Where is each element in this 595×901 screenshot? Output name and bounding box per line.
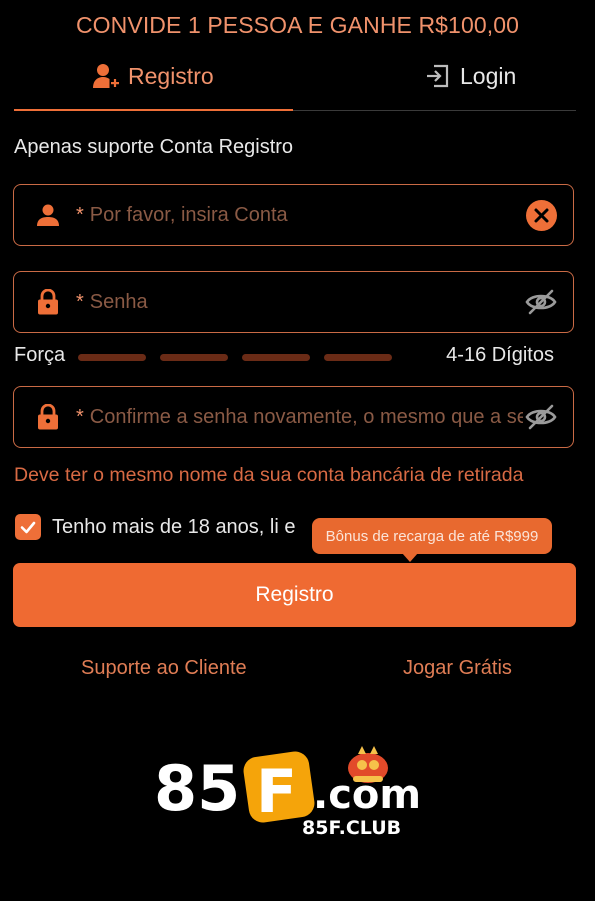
lock-icon (38, 404, 58, 430)
confirm-lead (36, 404, 76, 430)
strength-label: Força (14, 344, 66, 366)
account-lead (36, 203, 76, 227)
customer-support-link[interactable]: Suporte ao Cliente (81, 657, 247, 680)
invite-banner: CONVIDE 1 PESSOA E GANHE R$100,00 (75, 12, 520, 38)
tooltip-arrow (402, 553, 418, 562)
account-input[interactable] (89, 203, 523, 227)
user-icon (37, 204, 59, 226)
free-play-link[interactable]: Jogar Grátis (403, 657, 512, 680)
account-field: * (13, 184, 574, 246)
required-mark: * (76, 290, 84, 313)
password-input[interactable] (89, 290, 523, 314)
login-icon (427, 64, 449, 88)
strength-bar (242, 354, 310, 361)
lock-icon (38, 289, 58, 315)
eye-off-icon (525, 289, 557, 315)
bank-name-warning: Deve ter o mesmo nome da sua conta bancá… (14, 464, 524, 486)
active-tab-indicator (14, 109, 293, 111)
eye-off-icon (525, 404, 557, 430)
mascot-icon (348, 746, 388, 783)
register-button[interactable]: Registro (13, 563, 576, 627)
clear-icon (525, 199, 557, 231)
tab-registro[interactable]: Registro (92, 54, 214, 98)
agree-text: Tenho mais de 18 anos, li e (52, 515, 296, 538)
svg-text:F: F (256, 757, 297, 827)
age-agreement: Tenho mais de 18 anos, li e (15, 512, 296, 542)
toggle-confirm-visibility[interactable] (523, 404, 559, 430)
password-field: * (13, 271, 574, 333)
agree-checkbox[interactable] (15, 514, 41, 540)
password-length-hint: 4-16 Dígitos (446, 344, 554, 366)
required-mark: * (76, 405, 84, 428)
confirm-password-input[interactable] (89, 405, 523, 429)
strength-bar (160, 354, 228, 361)
tab-login[interactable]: Login (424, 54, 516, 98)
auth-tabs: Registro Login (14, 54, 576, 112)
bonus-tooltip: Bônus de recarga de até R$999 (312, 518, 552, 554)
password-strength: Força 4-16 Dígitos (14, 344, 554, 368)
user-add-icon (93, 64, 119, 88)
form-subtitle: Apenas suporte Conta Registro (14, 136, 294, 158)
toggle-password-visibility[interactable] (523, 289, 559, 315)
tab-divider (293, 110, 576, 111)
password-lead (36, 289, 76, 315)
strength-bar (78, 354, 146, 361)
tab-login-label: Login (460, 62, 517, 89)
brand-logo: 85 F .com 85F.CLUB (154, 746, 421, 839)
clear-button[interactable] (523, 199, 559, 231)
svg-text:85: 85 (154, 752, 240, 825)
check-icon (20, 521, 36, 534)
svg-text:85F.CLUB: 85F.CLUB (302, 817, 401, 839)
required-mark: * (76, 203, 84, 226)
tab-registro-label: Registro (128, 62, 214, 89)
strength-bar (324, 354, 392, 361)
confirm-password-field: * (13, 386, 574, 448)
